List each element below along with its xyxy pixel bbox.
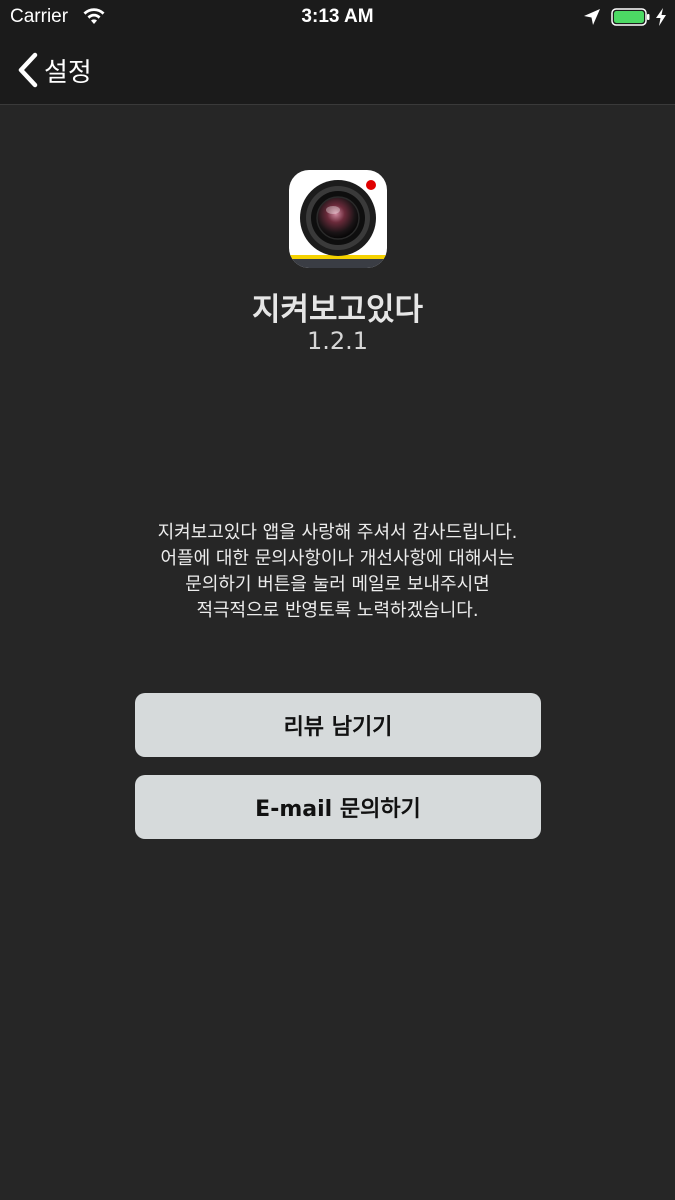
charging-bolt-icon xyxy=(656,8,666,26)
about-screen: Carrier 3:13 AM 설정 지켜보고있다 1.2.1 지켜보고있다 앱… xyxy=(0,0,675,1200)
status-time: 3:13 AM xyxy=(301,6,374,27)
location-arrow-icon xyxy=(584,9,600,25)
back-button[interactable]: 설정 xyxy=(16,48,92,92)
back-label: 설정 xyxy=(44,57,92,88)
battery-icon xyxy=(611,8,650,26)
leave-review-button[interactable]: 리뷰 남기기 xyxy=(135,693,541,757)
email-inquiry-button[interactable]: E-mail 문의하기 xyxy=(135,775,541,839)
chevron-left-icon xyxy=(18,52,38,88)
message-line: 어플에 대한 문의사항이나 개선사항에 대해서는 xyxy=(160,548,515,569)
app-version: 1.2.1 xyxy=(306,327,369,355)
message-line: 적극적으로 반영토록 노력하겠습니다. xyxy=(196,600,479,621)
camera-lens-icon xyxy=(289,170,387,268)
message-line: 문의하기 버튼을 눌러 메일로 보내주시면 xyxy=(185,574,490,595)
message-line: 지켜보고있다 앱을 사랑해 주셔서 감사드립니다. xyxy=(157,522,518,543)
app-name: 지켜보고있다 xyxy=(251,292,424,328)
thank-you-message: 지켜보고있다 앱을 사랑해 주셔서 감사드립니다. 어플에 대한 문의사항이나 … xyxy=(0,520,675,624)
status-bar: Carrier 3:13 AM xyxy=(0,0,675,36)
navigation-bar: 설정 xyxy=(0,36,675,105)
